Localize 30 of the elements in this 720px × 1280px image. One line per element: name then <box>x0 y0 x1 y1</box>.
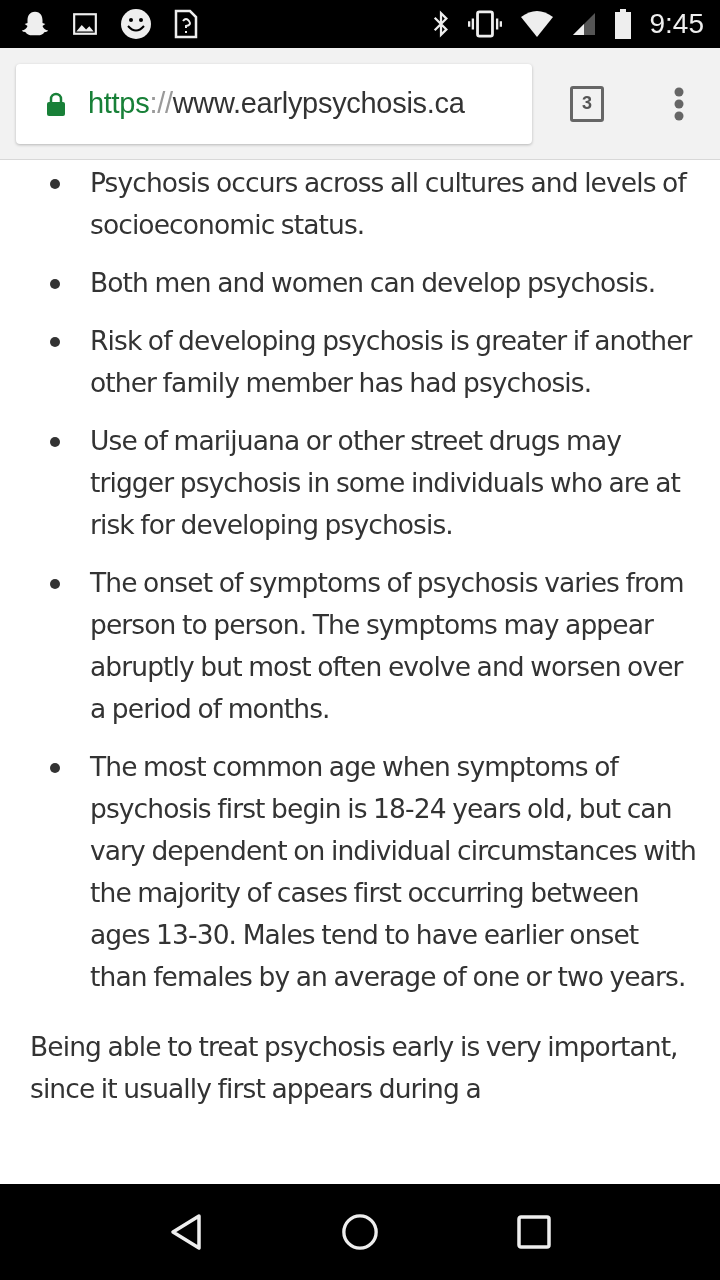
bullet-icon <box>50 579 60 589</box>
home-icon[interactable] <box>341 1213 379 1251</box>
bullet-icon <box>50 279 60 289</box>
bluetooth-icon <box>431 10 450 38</box>
lock-icon <box>46 91 66 116</box>
bullet-icon <box>50 179 60 189</box>
battery-icon <box>613 9 632 39</box>
list-item-text: Both men and women can develop psychosis. <box>90 266 656 300</box>
wifi-icon <box>519 10 554 38</box>
bullet-icon <box>50 337 60 347</box>
back-icon[interactable] <box>169 1213 203 1251</box>
list-item-text: Risk of developing psychosis is greater if another other family member has had psychosis. <box>90 324 694 400</box>
address-bar[interactable]: https://www.earlypsychosis.ca <box>16 63 532 144</box>
url-text: https://www.earlypsychosis.ca <box>88 87 465 120</box>
unknown-file-icon <box>174 9 198 39</box>
image-icon <box>72 11 98 37</box>
bullet-icon <box>50 763 60 773</box>
list-item-text: Use of marijuana or other street drugs may trigger psychosis in some individuals who are at risk for developing psychosis. <box>90 424 682 542</box>
list-item-text: The most common age when symptoms of psychosis first begin is 18-24 years old, but can vary dependent on individual circumstances with the majority of cases first occurring between ages 13-30. Males tend to have earlier onset than females by an average of one or two years. <box>90 750 696 994</box>
tab-count-button[interactable]: 3 <box>570 85 604 122</box>
list-item-text: Psychosis occurs across all cultures and levels of socioeconomic status. <box>90 166 688 242</box>
paragraph: Being able to treat psychosis early is very important, since it usually first appears during a <box>29 1030 679 1106</box>
overview-icon[interactable] <box>517 1215 551 1249</box>
vibrate-icon <box>467 10 502 38</box>
smiley-icon <box>120 8 152 40</box>
list-item-text: The onset of symptoms of psychosis varies from person to person. The symptoms may appear abruptly but most often evolve and worsen over a period of months. <box>90 566 685 726</box>
clock: 9:45 <box>649 8 704 40</box>
signal-icon <box>571 12 596 36</box>
more-options-icon[interactable] <box>674 86 684 121</box>
bullet-icon <box>50 437 60 447</box>
